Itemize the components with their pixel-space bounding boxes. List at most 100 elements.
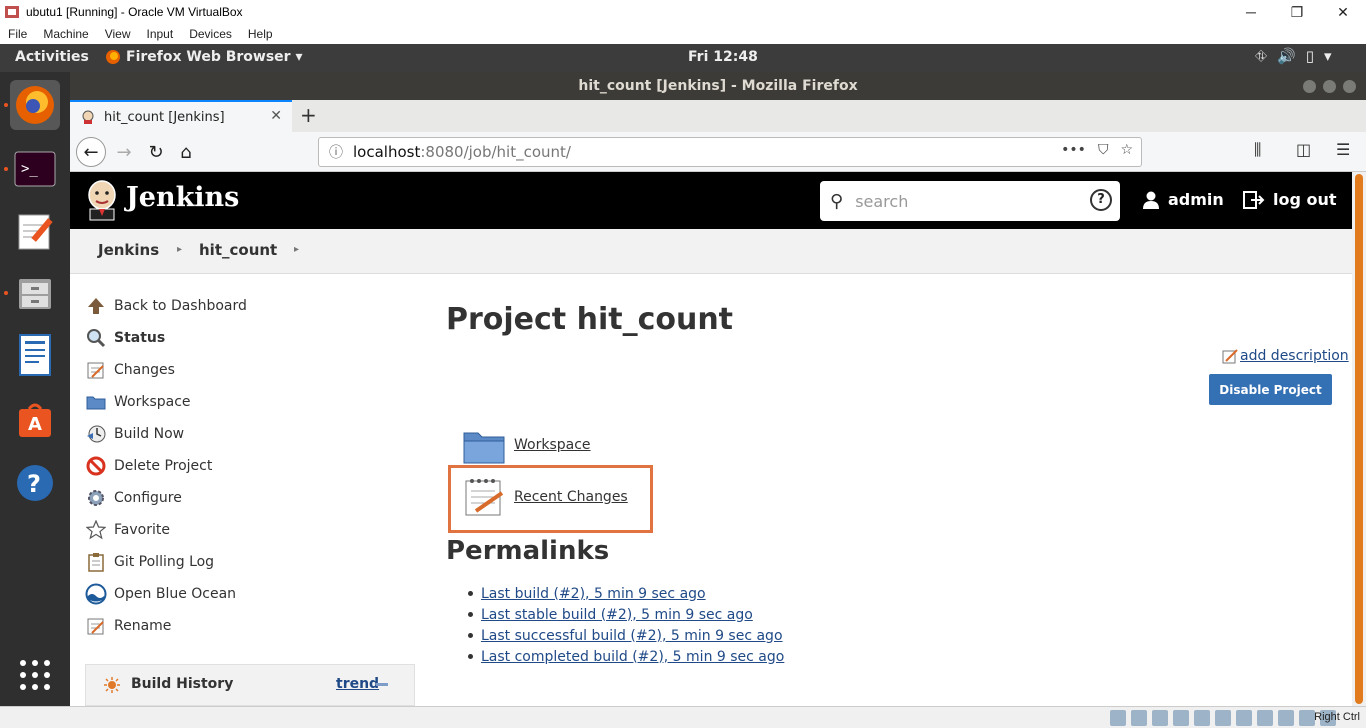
highlight-annotation (448, 465, 653, 533)
task-rename[interactable]: Rename (84, 614, 171, 638)
activities-button[interactable]: Activities (15, 49, 89, 65)
trend-link[interactable]: trend (336, 676, 379, 692)
bullet-icon (468, 591, 473, 596)
dock-software[interactable]: A (10, 394, 60, 444)
dock-text-editor[interactable] (10, 206, 60, 256)
breadcrumb-jenkins[interactable]: Jenkins (98, 241, 159, 259)
add-description-link[interactable]: add description (1222, 348, 1349, 364)
optical-drive-icon[interactable] (1131, 710, 1147, 726)
restore-button[interactable]: ❐ (1274, 0, 1320, 24)
menu-machine[interactable]: Machine (35, 27, 96, 41)
breadcrumb-separator-icon[interactable]: ▸ (294, 244, 299, 255)
audio-icon[interactable] (1152, 710, 1168, 726)
menu-devices[interactable]: Devices (181, 27, 240, 41)
jenkins-logo-icon[interactable] (82, 178, 122, 222)
url-bar[interactable]: ⓘ localhost:8080/job/hit_count/ ••• ⛉ ☆ (318, 137, 1142, 167)
tab-label: hit_count [Jenkins] (104, 109, 225, 125)
menu-input[interactable]: Input (139, 27, 182, 41)
firefox-small-icon (106, 50, 120, 64)
gear-icon (84, 486, 108, 510)
breadcrumb-separator-icon[interactable]: ▸ (177, 244, 182, 255)
task-build-now[interactable]: Build Now (84, 422, 184, 446)
pocket-icon[interactable]: ⛉ (1098, 142, 1109, 158)
workspace-link-label: Workspace (514, 437, 591, 453)
info-icon[interactable]: ⓘ (329, 142, 343, 162)
clock[interactable]: Fri 12:48 (688, 49, 758, 65)
breadcrumb: Jenkins ▸ hit_count ▸ (70, 229, 1352, 274)
ff-minimize-button[interactable] (1303, 80, 1316, 93)
task-changes[interactable]: Changes (84, 358, 175, 382)
task-configure[interactable]: Configure (84, 486, 182, 510)
system-tray[interactable]: ⛗ 🔊 ▯ ▾ (1255, 47, 1332, 65)
task-workspace[interactable]: Workspace (84, 390, 191, 414)
network-adapter-icon[interactable] (1173, 710, 1189, 726)
usb-icon[interactable] (1194, 710, 1210, 726)
task-back-to-dashboard[interactable]: Back to Dashboard (84, 294, 247, 318)
dock-terminal[interactable]: >_ (10, 144, 60, 194)
tab-close-icon[interactable]: ✕ (270, 108, 282, 124)
app-menu[interactable]: Firefox Web Browser ▾ (105, 49, 302, 65)
library-icon[interactable]: ⫼ (1254, 140, 1261, 160)
shared-folders-icon[interactable] (1215, 710, 1231, 726)
permalink-last-stable-build[interactable]: Last stable build (#2), 5 min 9 sec ago (468, 604, 784, 625)
dock-firefox[interactable] (10, 80, 60, 130)
permalink-last-successful-build[interactable]: Last successful build (#2), 5 min 9 sec … (468, 625, 784, 646)
scrollbar-thumb[interactable] (1355, 174, 1363, 704)
mouse-integration-icon[interactable] (1299, 710, 1315, 726)
display-icon[interactable] (1236, 710, 1252, 726)
home-button[interactable]: ⌂ (172, 138, 200, 166)
dock-files[interactable] (10, 268, 60, 318)
search-help-icon[interactable]: ? (1090, 189, 1112, 211)
task-favorite[interactable]: Favorite (84, 518, 170, 542)
trend-minus-icon[interactable] (376, 683, 388, 686)
menu-file[interactable]: File (0, 27, 35, 41)
ubuntu-top-bar: Activities Firefox Web Browser ▾ Fri 12:… (0, 44, 1366, 72)
tab-hit-count[interactable]: hit_count [Jenkins] ✕ (70, 100, 292, 132)
video-capture-icon[interactable] (1257, 710, 1273, 726)
new-tab-icon[interactable]: + (300, 103, 317, 127)
ff-close-button[interactable] (1343, 80, 1356, 93)
firefox-title-bar: hit_count [Jenkins] - Mozilla Firefox (70, 72, 1366, 100)
back-button[interactable]: ← (76, 137, 106, 167)
bullet-icon (468, 612, 473, 617)
reload-button[interactable]: ↻ (142, 138, 170, 166)
task-open-blue-ocean[interactable]: Open Blue Ocean (84, 582, 236, 606)
breadcrumb-hit-count[interactable]: hit_count (199, 241, 277, 259)
forward-button[interactable]: → (110, 138, 138, 166)
page-scrollbar[interactable] (1352, 172, 1366, 706)
jenkins-brand[interactable]: Jenkins (126, 182, 239, 213)
notepad-icon (84, 358, 108, 382)
task-status[interactable]: Status (84, 326, 165, 350)
ff-maximize-button[interactable] (1323, 80, 1336, 93)
sidebar-icon[interactable]: ◫ (1296, 140, 1311, 159)
dock-show-applications[interactable] (10, 650, 60, 700)
disable-project-button[interactable]: Disable Project (1209, 374, 1332, 405)
bookmark-star-icon[interactable]: ☆ (1120, 142, 1133, 158)
up-arrow-icon (84, 294, 108, 318)
logout-link[interactable]: log out (1243, 190, 1337, 209)
page-actions-icon[interactable]: ••• (1061, 142, 1086, 158)
hamburger-menu-icon[interactable]: ☰ (1336, 140, 1350, 159)
close-button[interactable]: ✕ (1320, 0, 1366, 24)
vbox-menu-bar: File Machine View Input Devices Help (0, 24, 1366, 44)
magnifier-icon (84, 326, 108, 350)
user-name: admin (1168, 190, 1224, 209)
star-icon (84, 518, 108, 542)
permalink-last-completed-build[interactable]: Last completed build (#2), 5 min 9 sec a… (468, 646, 784, 667)
user-link[interactable]: admin (1142, 190, 1224, 209)
permalink-last-build[interactable]: Last build (#2), 5 min 9 sec ago (468, 583, 784, 604)
network-icon: ⛗ (1255, 47, 1268, 65)
help-icon: ? (17, 465, 53, 501)
dock-help[interactable]: ? (10, 458, 60, 508)
workspace-link[interactable]: Workspace (462, 425, 591, 465)
minimize-button[interactable]: ─ (1228, 0, 1274, 24)
search-input[interactable] (855, 191, 1056, 211)
hard-disk-icon[interactable] (1110, 710, 1126, 726)
menu-help[interactable]: Help (240, 27, 281, 41)
task-git-polling-log[interactable]: Git Polling Log (84, 550, 214, 574)
cpu-icon[interactable] (1278, 710, 1294, 726)
task-delete-project[interactable]: Delete Project (84, 454, 212, 478)
software-center-icon: A (19, 403, 51, 437)
dock-writer[interactable] (10, 330, 60, 380)
menu-view[interactable]: View (97, 27, 139, 41)
